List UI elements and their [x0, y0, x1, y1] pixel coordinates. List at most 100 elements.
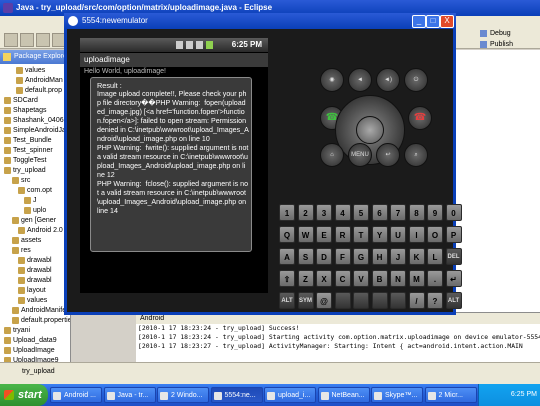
key[interactable]: 8: [408, 204, 425, 221]
tree-item[interactable]: AndroidManifest.xml: [12, 306, 70, 316]
camera-button[interactable]: ◉: [320, 68, 344, 92]
key[interactable]: F: [334, 248, 351, 265]
key[interactable]: ?: [427, 292, 443, 309]
key[interactable]: ALT: [445, 292, 462, 309]
key[interactable]: H: [371, 248, 388, 265]
key[interactable]: L: [427, 248, 443, 265]
tree-item[interactable]: tryani: [4, 326, 30, 336]
tree-item[interactable]: uplo: [24, 206, 46, 216]
taskbar-button[interactable]: Android ...: [50, 387, 102, 403]
key[interactable]: 5: [353, 204, 369, 221]
volume-down-button[interactable]: ◄: [348, 68, 372, 92]
key[interactable]: W: [297, 226, 314, 243]
tree-item[interactable]: Upload_data9: [4, 336, 57, 346]
save-icon[interactable]: [20, 33, 34, 47]
key[interactable]: ⇧: [279, 270, 295, 287]
key[interactable]: [334, 292, 351, 309]
key[interactable]: J: [390, 248, 406, 265]
tree-item[interactable]: Android 2.0: [18, 226, 63, 236]
key[interactable]: D: [316, 248, 332, 265]
key[interactable]: DEL: [445, 248, 462, 265]
start-button[interactable]: start: [0, 384, 48, 406]
tree-item[interactable]: com.opt: [18, 186, 52, 196]
key[interactable]: U: [390, 226, 406, 243]
key[interactable]: X: [316, 270, 332, 287]
taskbar-button[interactable]: upload_i...: [264, 387, 316, 403]
tree-item[interactable]: AndroidMan: [16, 76, 63, 86]
tree-item[interactable]: default.prop: [16, 86, 62, 96]
key[interactable]: SYM: [297, 292, 314, 309]
key[interactable]: G: [353, 248, 369, 265]
volume-up-button[interactable]: ◄): [376, 68, 400, 92]
taskbar-button[interactable]: 2 Windo...: [157, 387, 209, 403]
tree-item[interactable]: assets: [12, 236, 41, 246]
key[interactable]: 4: [334, 204, 351, 221]
tree-item[interactable]: res: [12, 246, 31, 256]
tree-item[interactable]: SDCard: [4, 96, 38, 106]
tree-item[interactable]: layout: [18, 286, 46, 296]
key[interactable]: A: [279, 248, 295, 265]
maximize-button[interactable]: □: [426, 15, 440, 28]
perspective-debug[interactable]: Debug: [478, 28, 536, 39]
key[interactable]: ALT: [279, 292, 295, 309]
key[interactable]: I: [408, 226, 425, 243]
taskbar-button[interactable]: NetBean...: [317, 387, 370, 403]
key[interactable]: Z: [297, 270, 314, 287]
tree-item[interactable]: src: [12, 176, 30, 186]
key[interactable]: T: [353, 226, 369, 243]
tree-item[interactable]: drawabl: [18, 256, 52, 266]
key[interactable]: R: [334, 226, 351, 243]
key[interactable]: M: [408, 270, 425, 287]
end-call-button[interactable]: ☎: [408, 106, 432, 130]
taskbar-button[interactable]: 5554:ne...: [210, 387, 263, 403]
key[interactable]: 2: [297, 204, 314, 221]
key[interactable]: E: [316, 226, 332, 243]
key[interactable]: @: [316, 292, 332, 309]
result-dialog[interactable]: Result : Image upload complete!!, Please…: [90, 77, 252, 252]
search-button[interactable]: ⌕: [404, 143, 428, 167]
key[interactable]: V: [353, 270, 369, 287]
perspective-publish[interactable]: Publish: [478, 39, 536, 50]
tree-item[interactable]: Shashank_0406: [4, 116, 64, 126]
key[interactable]: P: [445, 226, 462, 243]
close-button[interactable]: X: [440, 15, 454, 28]
key[interactable]: K: [408, 248, 425, 265]
key[interactable]: 3: [316, 204, 332, 221]
home-button[interactable]: ⌂: [320, 143, 344, 167]
key[interactable]: O: [427, 226, 443, 243]
tree-item[interactable]: SimpleAndroidJa: [4, 126, 66, 136]
new-icon[interactable]: [4, 33, 18, 47]
tree-item[interactable]: values: [18, 296, 47, 306]
tree-item[interactable]: Test_spinner: [4, 146, 53, 156]
tree-item[interactable]: J: [24, 196, 37, 206]
key[interactable]: 1: [279, 204, 295, 221]
taskbar-button[interactable]: 2 Micr...: [424, 387, 477, 403]
key[interactable]: [353, 292, 369, 309]
key[interactable]: S: [297, 248, 314, 265]
dpad-center[interactable]: [356, 116, 384, 144]
tree-item[interactable]: drawabl: [18, 266, 52, 276]
key[interactable]: Q: [279, 226, 295, 243]
key[interactable]: C: [334, 270, 351, 287]
menu-button[interactable]: MENU: [348, 143, 372, 167]
tree-item[interactable]: try_upload: [4, 166, 46, 176]
key[interactable]: ↵: [445, 270, 462, 287]
tree-item[interactable]: ToggleTest: [4, 156, 46, 166]
key[interactable]: 7: [390, 204, 406, 221]
emulator-title-bar[interactable]: 5554:newemulator _ □ X: [64, 13, 456, 29]
key[interactable]: N: [390, 270, 406, 287]
print-icon[interactable]: [36, 33, 50, 47]
key[interactable]: .: [427, 270, 443, 287]
tree-item[interactable]: gen [Gener: [12, 216, 56, 226]
key[interactable]: 6: [371, 204, 388, 221]
key[interactable]: 9: [427, 204, 443, 221]
tree-item[interactable]: Test_Bundle: [4, 136, 52, 146]
key[interactable]: B: [371, 270, 388, 287]
taskbar-button[interactable]: Java - tr...: [103, 387, 156, 403]
taskbar-button[interactable]: Skype™...: [371, 387, 423, 403]
key[interactable]: /: [408, 292, 425, 309]
tree-item[interactable]: default.properties: [12, 316, 70, 326]
power-button[interactable]: ⏻: [404, 68, 428, 92]
package-explorer-tab[interactable]: Package Explorer: [0, 50, 70, 64]
key[interactable]: [371, 292, 388, 309]
